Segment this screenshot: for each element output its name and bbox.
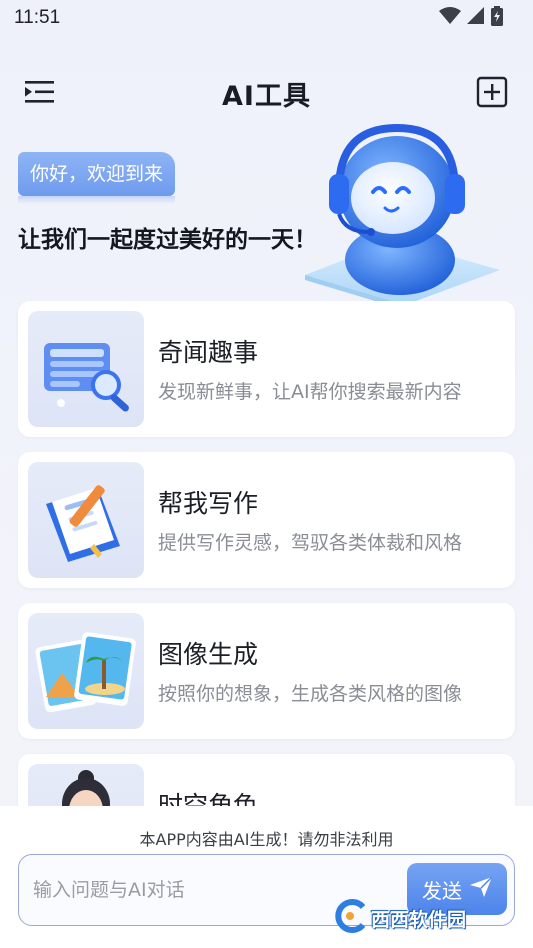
ai-disclaimer: 本APP内容由AI生成！请勿非法利用 — [139, 830, 394, 849]
status-time: 11:51 — [14, 7, 61, 28]
status-bar: 11:51 — [0, 0, 533, 36]
battery-icon — [491, 6, 503, 30]
hero-slogan: 让我们一起度过美好的一天！ — [18, 227, 317, 253]
notebook-pen-icon — [28, 462, 144, 578]
app-header: AI工具 — [0, 70, 533, 114]
card-description: 按照你的想象，生成各类风格的图像 — [158, 683, 463, 705]
watermark-logo-icon — [333, 899, 367, 937]
card-title: 图像生成 — [158, 640, 259, 669]
robot-headset-icon — [285, 110, 515, 310]
feature-card-image[interactable]: 图像生成 按照你的想象，生成各类风格的图像 — [18, 603, 515, 739]
card-title: 帮我写作 — [158, 489, 259, 518]
site-watermark: 西西软件园 — [333, 893, 529, 943]
card-title: 奇闻趣事 — [158, 338, 259, 367]
page-title: AI工具 — [222, 81, 311, 112]
photo-cards-icon — [28, 613, 144, 729]
card-description: 发现新鲜事，让AI帮你搜索最新内容 — [158, 381, 462, 403]
add-square-icon[interactable] — [476, 76, 508, 108]
feature-card-news[interactable]: 奇闻趣事 发现新鲜事，让AI帮你搜索最新内容 — [18, 301, 515, 437]
status-icons — [439, 6, 503, 30]
feature-card-writing[interactable]: 帮我写作 提供写作灵感，驾驭各类体裁和风格 — [18, 452, 515, 588]
card-description: 提供写作灵感，驾驭各类体裁和风格 — [158, 532, 463, 554]
greeting-badge: 你好，欢迎到来 — [18, 152, 176, 204]
news-search-icon — [28, 311, 144, 427]
watermark-text: 西西软件园 — [371, 908, 467, 931]
wifi-icon — [439, 7, 461, 29]
signal-icon — [467, 7, 485, 29]
